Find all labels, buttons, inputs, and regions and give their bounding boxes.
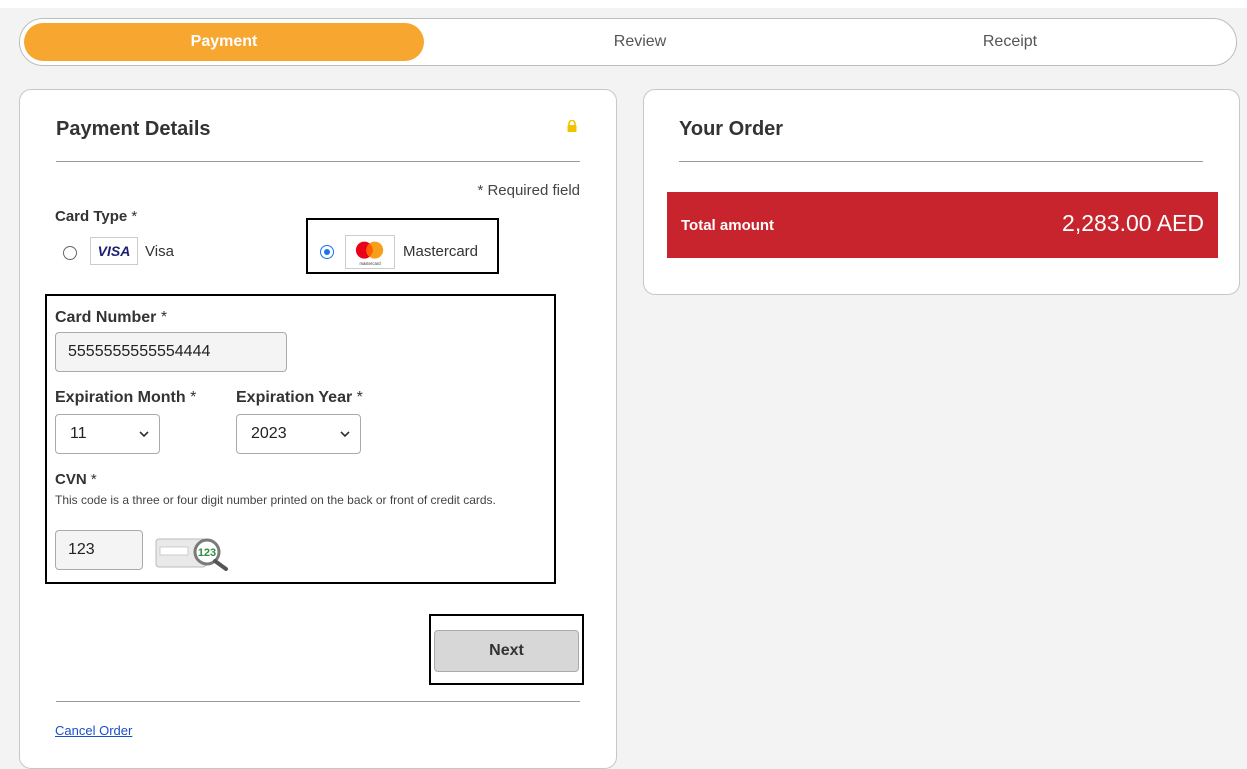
visa-radio[interactable] xyxy=(63,246,77,260)
card-number-label: Card Number * xyxy=(55,309,168,326)
top-band xyxy=(0,0,1247,8)
total-amount-label: Total amount xyxy=(681,217,775,234)
svg-text:123: 123 xyxy=(198,547,216,559)
mastercard-radio[interactable] xyxy=(320,245,334,259)
chevron-down-icon xyxy=(139,431,149,438)
cancel-order-link[interactable]: Cancel Order xyxy=(55,723,132,738)
next-button[interactable]: Next xyxy=(434,630,579,672)
step-payment[interactable]: Payment xyxy=(24,23,424,61)
total-amount-bar: Total amount 2,283.00 AED xyxy=(667,192,1218,258)
card-number-input[interactable] xyxy=(55,332,287,372)
step-review[interactable]: Review xyxy=(540,23,740,61)
cvn-card-magnifier-icon: 123 xyxy=(155,538,228,571)
mastercard-label[interactable]: Mastercard xyxy=(403,243,478,260)
total-amount-value: 2,283.00 AED xyxy=(1062,210,1204,236)
mastercard-logo: mastercard xyxy=(345,235,395,269)
visa-logo: VISA xyxy=(90,237,138,265)
expiration-month-label: Expiration Month * xyxy=(55,389,197,406)
step-receipt[interactable]: Receipt xyxy=(910,23,1110,61)
expiration-month-select[interactable]: 11 xyxy=(55,414,160,454)
divider xyxy=(679,161,1203,162)
expiration-month-value: 11 xyxy=(70,425,87,442)
divider xyxy=(56,161,580,162)
cvn-input[interactable] xyxy=(55,530,143,570)
your-order-title: Your Order xyxy=(679,118,784,140)
visa-label[interactable]: Visa xyxy=(145,243,174,260)
divider xyxy=(56,701,580,702)
expiration-year-value: 2023 xyxy=(251,425,287,442)
svg-text:mastercard: mastercard xyxy=(359,261,381,266)
card-type-label: Card Type * xyxy=(55,208,138,225)
cvn-help-text: This code is a three or four digit numbe… xyxy=(55,493,496,507)
chevron-down-icon xyxy=(340,431,350,438)
payment-details-panel: Payment Details * Required field Card Ty… xyxy=(19,89,617,769)
your-order-panel: Your Order Total amount 2,283.00 AED xyxy=(643,89,1240,295)
checkout-steps: Payment Review Receipt xyxy=(19,18,1237,66)
expiration-year-label: Expiration Year * xyxy=(236,389,363,406)
required-field-note: * Required field xyxy=(477,182,580,199)
expiration-year-select[interactable]: 2023 xyxy=(236,414,361,454)
lock-icon xyxy=(567,120,577,132)
cvn-label: CVN * xyxy=(55,471,97,488)
payment-details-title: Payment Details xyxy=(56,118,211,140)
